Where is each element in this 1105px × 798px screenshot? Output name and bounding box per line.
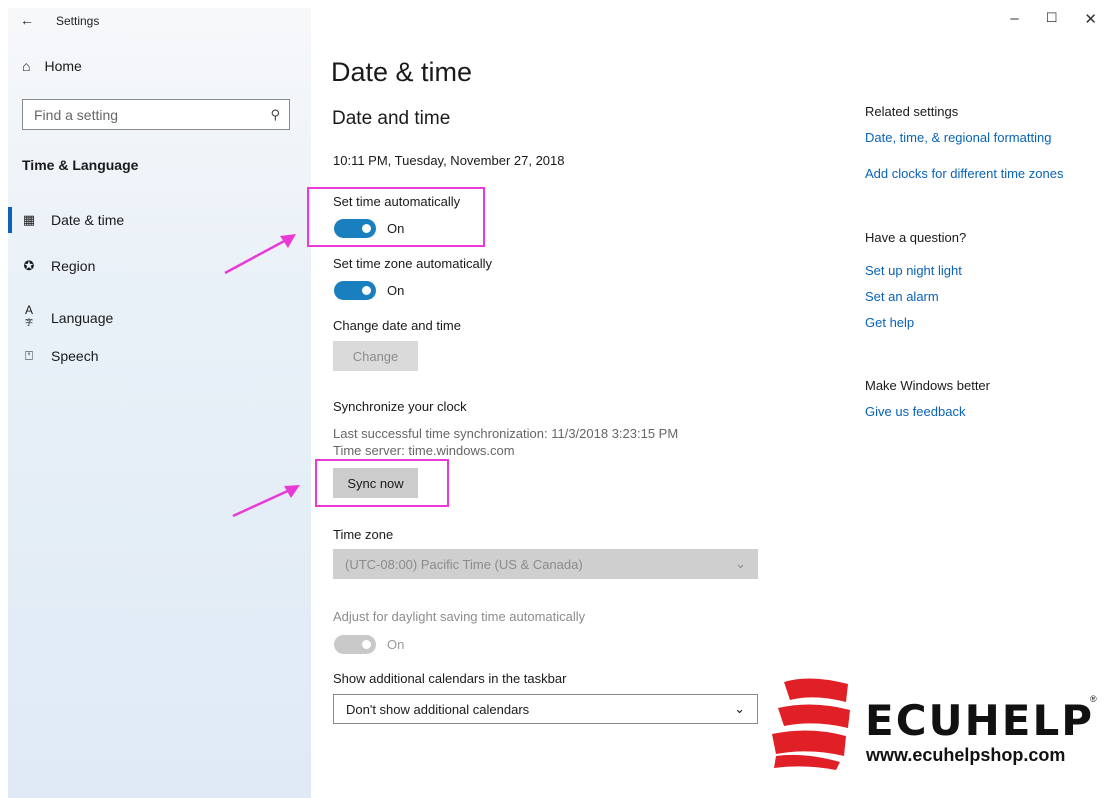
chevron-down-icon: ⌄ — [734, 701, 745, 716]
language-icon: A字 — [24, 303, 33, 327]
link-night-light[interactable]: Set up night light — [865, 263, 962, 278]
sidebar-item-region[interactable]: ✪ Region — [22, 258, 96, 274]
timezone-dropdown[interactable]: (UTC-08:00) Pacific Time (US & Canada) ⌄ — [333, 549, 758, 579]
set-zone-auto-label: Set time zone automatically — [333, 256, 492, 271]
window-title: Settings — [56, 14, 100, 28]
change-date-label: Change date and time — [333, 318, 461, 333]
watermark-url: www.ecuhelpshop.com — [866, 745, 1066, 765]
set-zone-auto-toggle[interactable]: On — [334, 281, 404, 300]
toggle-state: On — [387, 637, 405, 652]
sidebar-item-label: Region — [51, 258, 96, 274]
sidebar-item-date-time[interactable]: ▦ Date & time — [7, 207, 125, 233]
search-icon[interactable]: ⚲ — [270, 107, 280, 123]
sync-heading: Synchronize your clock — [333, 399, 467, 414]
last-sync-text: Last successful time synchronization: 11… — [333, 426, 679, 441]
sidebar-item-speech[interactable]: ⍞ Speech — [22, 348, 98, 364]
calendars-label: Show additional calendars in the taskbar — [333, 671, 567, 686]
link-feedback[interactable]: Give us feedback — [865, 404, 965, 419]
sidebar-section-heading: Time & Language — [22, 157, 139, 173]
maximize-button[interactable]: ☐ — [1046, 10, 1058, 28]
back-arrow-icon[interactable]: ← — [20, 12, 34, 28]
sidebar-item-label: Language — [51, 310, 114, 326]
timezone-label: Time zone — [333, 527, 394, 542]
microphone-icon: ⍞ — [25, 348, 33, 363]
pointer-arrow-icon — [232, 485, 300, 518]
watermark-registered-mark: ® — [1090, 694, 1097, 704]
toggle-track[interactable] — [334, 635, 376, 654]
close-button[interactable]: ✕ — [1084, 10, 1097, 28]
sidebar-item-label: Date & time — [51, 212, 125, 228]
highlight-box-sync-now — [315, 459, 449, 507]
window-controls: – ☐ ✕ — [1010, 10, 1097, 28]
calendars-value: Don't show additional calendars — [346, 701, 530, 717]
change-button[interactable]: Change — [333, 341, 418, 371]
minimize-button[interactable]: – — [1010, 10, 1018, 28]
sidebar-home[interactable]: ⌂ Home — [22, 58, 82, 74]
windows-better-heading: Make Windows better — [865, 378, 990, 393]
dst-label: Adjust for daylight saving time automati… — [333, 609, 586, 624]
dst-toggle[interactable]: On — [334, 635, 404, 654]
calendars-dropdown[interactable]: Don't show additional calendars ⌄ — [333, 694, 758, 724]
ecuhelp-logo-icon — [772, 678, 850, 770]
globe-icon: ✪ — [23, 258, 35, 273]
search-input[interactable]: Find a setting ⚲ — [22, 99, 290, 130]
highlight-box-set-time — [307, 187, 485, 247]
link-get-help[interactable]: Get help — [865, 315, 914, 330]
toggle-state: On — [387, 283, 405, 298]
calendar-clock-icon: ▦ — [22, 212, 36, 227]
current-datetime: 10:11 PM, Tuesday, November 27, 2018 — [333, 153, 565, 168]
link-alarm[interactable]: Set an alarm — [865, 289, 939, 304]
link-additional-clocks[interactable]: Add clocks for different time zones — [865, 166, 1063, 181]
section-title: Date and time — [332, 108, 451, 129]
watermark-brand-name: ECUHELP — [865, 696, 1095, 745]
sidebar-item-label: Speech — [51, 348, 99, 364]
page-title: Date & time — [331, 57, 473, 87]
time-server-text: Time server: time.windows.com — [333, 443, 515, 458]
sidebar-item-language[interactable]: A字 Language — [22, 303, 113, 333]
related-settings-heading: Related settings — [865, 104, 959, 119]
sidebar-home-label: Home — [44, 58, 82, 74]
question-heading: Have a question? — [865, 230, 967, 245]
home-icon: ⌂ — [22, 58, 31, 74]
pointer-arrow-icon — [224, 234, 296, 275]
search-placeholder: Find a setting — [34, 106, 119, 123]
timezone-value: (UTC-08:00) Pacific Time (US & Canada) — [345, 556, 583, 572]
toggle-track[interactable] — [334, 281, 376, 300]
link-regional-formatting[interactable]: Date, time, & regional formatting — [865, 130, 1051, 145]
chevron-down-icon: ⌄ — [735, 556, 746, 571]
